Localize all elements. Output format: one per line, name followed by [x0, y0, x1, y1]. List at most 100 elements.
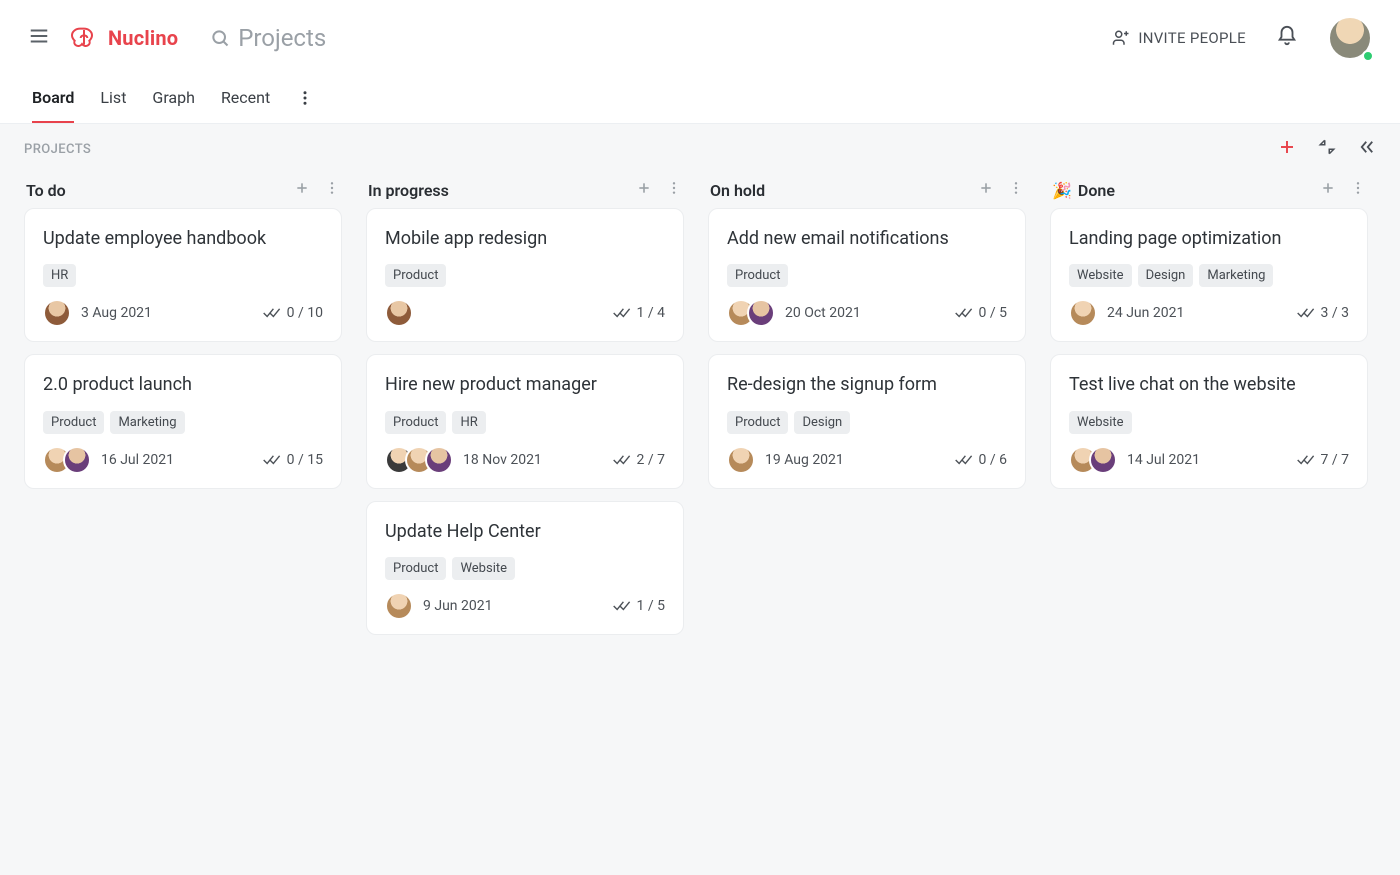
- card-progress: 0 / 15: [263, 452, 323, 468]
- avatar: [727, 446, 755, 474]
- card-avatars: [727, 299, 775, 327]
- invite-label: INVITE PEOPLE: [1138, 29, 1246, 47]
- column-header: To do: [24, 172, 342, 208]
- card-progress-text: 0 / 10: [287, 305, 323, 321]
- board-card[interactable]: Test live chat on the websiteWebsite14 J…: [1050, 354, 1368, 488]
- card-footer: 19 Aug 2021 0 / 6: [727, 446, 1007, 474]
- card-title: Landing page optimization: [1069, 227, 1349, 250]
- board-card[interactable]: 2.0 product launchProductMarketing16 Jul…: [24, 354, 342, 488]
- column-title: On hold: [710, 181, 964, 200]
- card-footer: 9 Jun 2021 1 / 5: [385, 592, 665, 620]
- search-input[interactable]: Projects: [210, 24, 326, 52]
- invite-people-button[interactable]: INVITE PEOPLE: [1112, 29, 1246, 47]
- column-more-icon[interactable]: [1008, 180, 1024, 200]
- board-column: 🎉 Done Landing page optimization WebsiteDes…: [1050, 172, 1368, 501]
- chevron-double-left-icon[interactable]: [1358, 138, 1376, 160]
- column-header: On hold: [708, 172, 1026, 208]
- card-progress: 1 / 5: [613, 598, 665, 614]
- column-add-icon[interactable]: [636, 180, 652, 200]
- card-date: 9 Jun 2021: [423, 598, 492, 614]
- board-card[interactable]: Mobile app redesignProduct1 / 4: [366, 208, 684, 342]
- view-tabs: Board List Graph Recent: [0, 76, 1400, 124]
- board-card[interactable]: Landing page optimization WebsiteDesignMa…: [1050, 208, 1368, 342]
- board-toolbar: PROJECTS: [0, 124, 1400, 166]
- tag: Marketing: [1199, 264, 1273, 287]
- card-progress-text: 1 / 4: [637, 305, 665, 321]
- column-add-icon[interactable]: [294, 180, 310, 200]
- column-more-icon[interactable]: [666, 180, 682, 200]
- card-progress-text: 0 / 15: [287, 452, 323, 468]
- avatar: [1089, 446, 1117, 474]
- board-column: To doUpdate employee handbookHR3 Aug 202…: [24, 172, 342, 501]
- avatar: [385, 592, 413, 620]
- column-title-text: To do: [26, 181, 66, 200]
- card-tags: HR: [43, 264, 323, 287]
- user-menu[interactable]: [1328, 16, 1372, 60]
- tab-list[interactable]: List: [100, 78, 126, 123]
- tag: Design: [1138, 264, 1194, 287]
- tag: Product: [385, 557, 446, 580]
- card-footer: 18 Nov 20212 / 7: [385, 446, 665, 474]
- card-avatars: [1069, 299, 1097, 327]
- tag: Product: [727, 264, 788, 287]
- column-add-icon[interactable]: [1320, 180, 1336, 200]
- card-date: 24 Jun 2021: [1107, 305, 1184, 321]
- card-date: 19 Aug 2021: [765, 452, 844, 468]
- card-date: 3 Aug 2021: [81, 305, 152, 321]
- card-avatars: [727, 446, 755, 474]
- column-header: 🎉 Done: [1050, 172, 1368, 208]
- tag: Product: [385, 264, 446, 287]
- invite-icon: [1112, 29, 1130, 47]
- card-progress: 0 / 6: [955, 452, 1007, 468]
- brand-name: Nuclino: [108, 26, 178, 50]
- board-card[interactable]: Update employee handbookHR3 Aug 20210 / …: [24, 208, 342, 342]
- column-emoji-icon: 🎉: [1052, 181, 1072, 200]
- card-tags: WebsiteDesignMarketing: [1069, 264, 1349, 287]
- card-title: Re-design the signup form: [727, 373, 1007, 396]
- add-icon[interactable]: [1278, 138, 1296, 160]
- notifications-icon[interactable]: [1276, 25, 1298, 51]
- tag: HR: [452, 411, 485, 434]
- app-logo[interactable]: Nuclino: [68, 25, 178, 51]
- card-progress-text: 0 / 5: [979, 305, 1007, 321]
- card-avatars: [385, 299, 413, 327]
- card-title: Hire new product manager: [385, 373, 665, 396]
- card-title: 2.0 product launch: [43, 373, 323, 396]
- tab-graph[interactable]: Graph: [152, 78, 195, 123]
- card-date: 14 Jul 2021: [1127, 452, 1200, 468]
- column-title-text: Done: [1078, 181, 1115, 200]
- menu-icon[interactable]: [28, 25, 50, 51]
- search-icon: [210, 28, 230, 48]
- card-footer: 1 / 4: [385, 299, 665, 327]
- tab-recent[interactable]: Recent: [221, 78, 270, 123]
- card-progress-text: 7 / 7: [1321, 452, 1349, 468]
- column-add-icon[interactable]: [978, 180, 994, 200]
- card-tags: Product HR: [385, 411, 665, 434]
- card-avatars: [385, 592, 413, 620]
- card-progress: 2 / 7: [613, 452, 665, 468]
- card-progress-text: 2 / 7: [637, 452, 665, 468]
- collapse-icon[interactable]: [1318, 138, 1336, 160]
- card-footer: 3 Aug 2021 0 / 10: [43, 299, 323, 327]
- tag: Design: [794, 411, 850, 434]
- card-avatars: [43, 299, 71, 327]
- card-progress: 0 / 10: [263, 305, 323, 321]
- board-area: PROJECTS To doUpdate employee handbookHR…: [0, 124, 1400, 875]
- board-card[interactable]: Add new email notificationsProduct20 Oct…: [708, 208, 1026, 342]
- avatar: [425, 446, 453, 474]
- board-card[interactable]: Update Help CenterProductWebsite9 Jun 20…: [366, 501, 684, 635]
- column-more-icon[interactable]: [1350, 180, 1366, 200]
- tabs-more-icon[interactable]: [296, 89, 314, 111]
- board-card[interactable]: Re-design the signup formProductDesign19…: [708, 354, 1026, 488]
- tag: Product: [385, 411, 446, 434]
- column-more-icon[interactable]: [324, 180, 340, 200]
- card-date: 20 Oct 2021: [785, 305, 861, 321]
- card-footer: 16 Jul 2021 0 / 15: [43, 446, 323, 474]
- tab-board[interactable]: Board: [32, 78, 74, 123]
- tag: Website: [452, 557, 515, 580]
- card-tags: Product Website: [385, 557, 665, 580]
- card-footer: 24 Jun 20213 / 3: [1069, 299, 1349, 327]
- board-card[interactable]: Hire new product manager Product HR 18 Nov …: [366, 354, 684, 488]
- avatar: [1069, 299, 1097, 327]
- card-date: 16 Jul 2021: [101, 452, 174, 468]
